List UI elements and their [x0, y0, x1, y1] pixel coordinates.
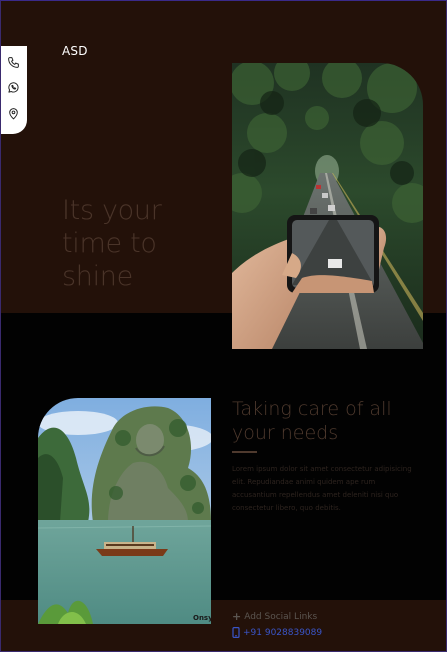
- side-contact-bar: [0, 46, 27, 134]
- footer-phone-link[interactable]: +91 9028839089: [232, 627, 322, 638]
- phone-icon[interactable]: [7, 56, 20, 69]
- add-social-links-label: Add Social Links: [244, 611, 318, 622]
- hero-image-road-phone: [232, 63, 423, 349]
- hero-title: Its your time to shine: [62, 195, 162, 292]
- feature-body-text: Lorem ipsum dolor sit amet consectetur a…: [232, 465, 412, 512]
- mobile-phone-icon: [232, 627, 240, 638]
- image-watermark: Onsy: [193, 614, 211, 622]
- footer-phone-number: +91 9028839089: [243, 627, 323, 638]
- plus-icon: +: [232, 610, 242, 623]
- whatsapp-icon[interactable]: [7, 81, 20, 94]
- brand-logo[interactable]: ASD: [62, 44, 88, 58]
- feature-title: Taking care of all your needs: [232, 398, 392, 444]
- location-pin-icon[interactable]: [7, 107, 20, 120]
- title-underline: [232, 451, 257, 453]
- feature-image-island-statue: Onsy: [38, 398, 211, 624]
- add-social-links-button[interactable]: + Add Social Links: [232, 610, 317, 623]
